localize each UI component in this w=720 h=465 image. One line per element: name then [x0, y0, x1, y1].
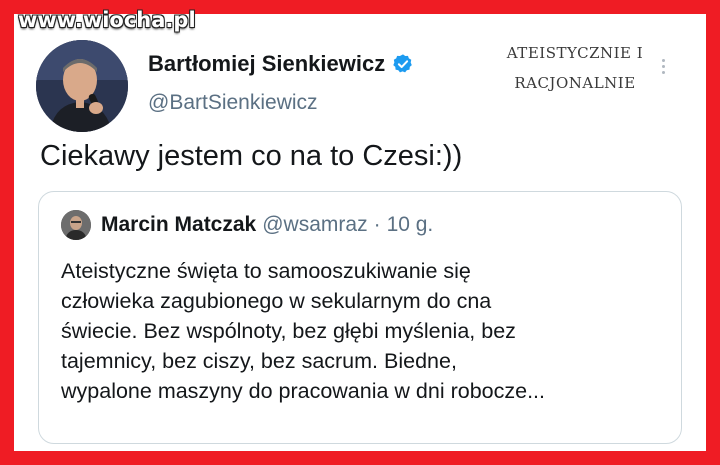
- author-handle[interactable]: @BartSienkiewicz: [148, 91, 318, 115]
- author-name[interactable]: Bartłomiej Sienkiewicz: [148, 51, 385, 77]
- author-header: Bartłomiej Sienkiewicz: [148, 51, 414, 77]
- quoted-text-line: Ateistyczne święta to samooszukiwanie si…: [61, 259, 471, 283]
- quoted-text-line: człowieka zagubionego w sekularnym do cn…: [61, 289, 492, 313]
- dot-separator: ·: [373, 213, 381, 236]
- author-avatar[interactable]: [36, 40, 128, 132]
- stamp-line-2: RACJONALNIE: [514, 74, 636, 92]
- tweet-text: Ciekawy jestem co na to Czesi:)): [40, 140, 463, 172]
- quoted-timestamp[interactable]: 10 g.: [387, 213, 434, 236]
- person-portrait-icon: [36, 40, 128, 132]
- quoted-text: Ateistyczne święta to samooszukiwanie si…: [61, 256, 671, 406]
- quoted-author-name[interactable]: Marcin Matczak: [101, 213, 256, 236]
- verified-badge-icon: [393, 54, 413, 73]
- quoted-author-handle[interactable]: @wsamraz: [262, 213, 367, 236]
- more-options-icon[interactable]: [662, 56, 668, 77]
- quoted-text-line: wypalone maszyny do pracowania w dni rob…: [61, 379, 546, 403]
- quoted-text-line: świecie. Bez wspólnoty, bez głębi myślen…: [61, 319, 516, 343]
- quoted-text-line: tajemnicy, bez ciszy, bez sacrum. Biedne…: [61, 349, 457, 373]
- brand-stamp: ATEISTYCZNIE I RACJONALNIE: [490, 38, 660, 98]
- quoted-author-avatar[interactable]: [61, 210, 91, 240]
- quoted-header: Marcin Matczak @wsamraz · 10 g.: [101, 213, 433, 237]
- stamp-line-1: ATEISTYCZNIE I: [506, 44, 644, 62]
- person-portrait-icon: [61, 210, 91, 240]
- site-watermark: www.wiocha.pl: [18, 8, 196, 32]
- quoted-tweet[interactable]: Marcin Matczak @wsamraz · 10 g. Ateistyczne…: [38, 191, 682, 444]
